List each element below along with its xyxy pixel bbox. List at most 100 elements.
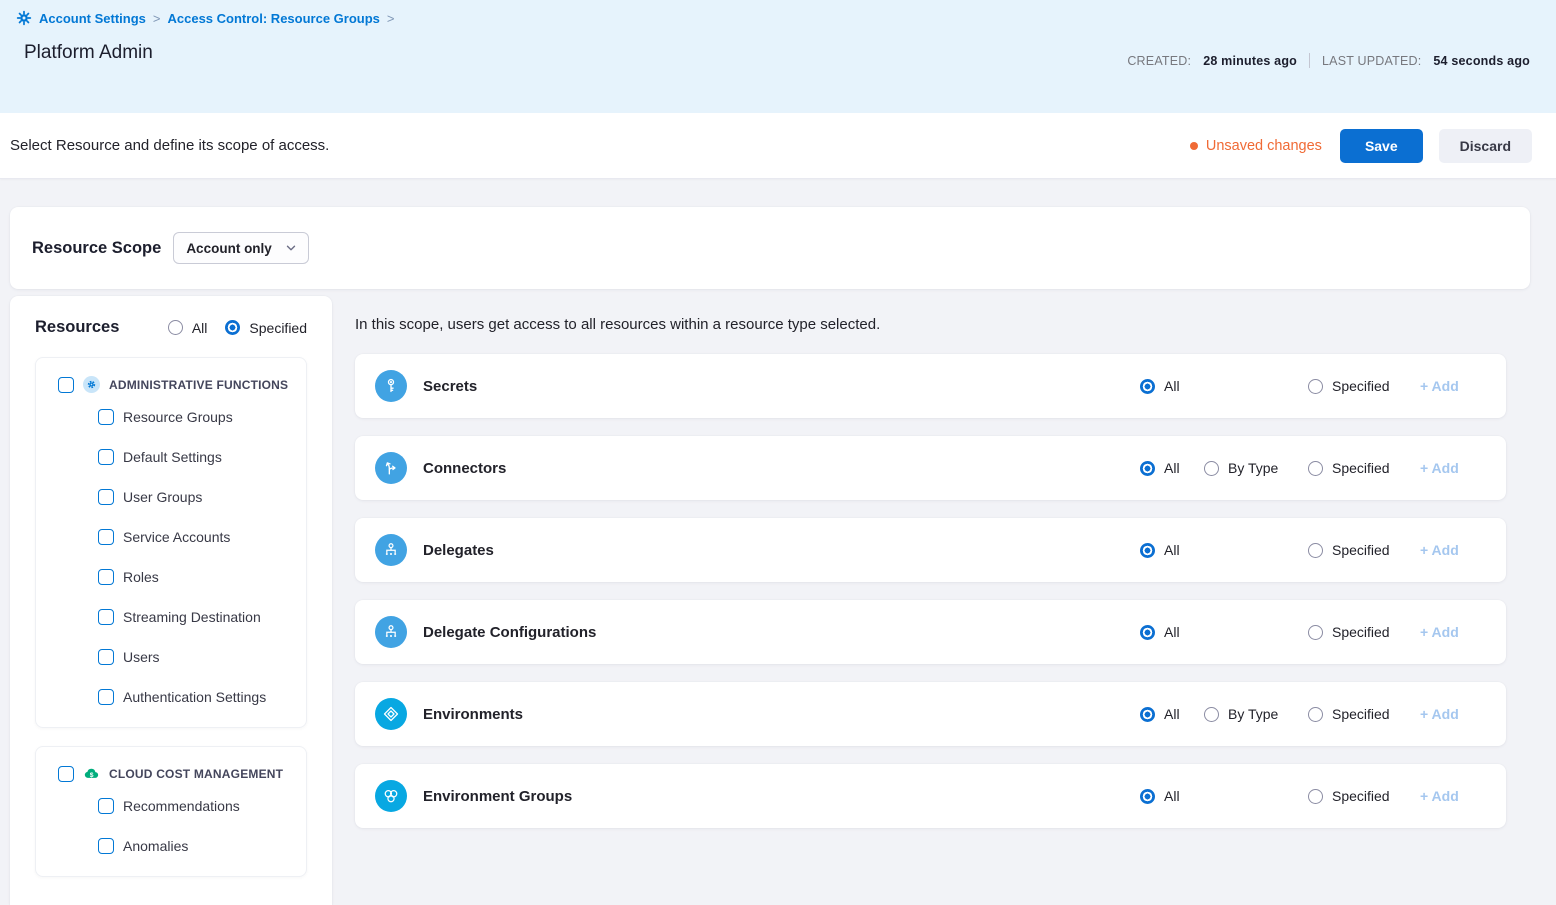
discard-button[interactable]: Discard <box>1439 129 1532 163</box>
created-value: 28 minutes ago <box>1203 54 1297 68</box>
unsaved-changes-label: Unsaved changes <box>1206 138 1322 154</box>
breadcrumb-resource-groups[interactable]: Access Control: Resource Groups <box>168 11 380 26</box>
resource-item-users: Users <box>36 637 306 677</box>
item-checkbox[interactable] <box>98 449 114 465</box>
radio-option-label: Specified <box>1332 788 1390 804</box>
resource-item-authentication-settings: Authentication Settings <box>36 677 306 717</box>
radio-option-specified[interactable]: Specified <box>1308 378 1420 394</box>
add-button[interactable]: + Add <box>1420 378 1476 394</box>
resource-type-options: AllBy Type Specified + Add <box>1140 706 1476 722</box>
save-button[interactable]: Save <box>1340 129 1423 163</box>
resource-item-anomalies: Anomalies <box>36 826 306 866</box>
item-checkbox[interactable] <box>98 689 114 705</box>
item-checkbox[interactable] <box>98 409 114 425</box>
group-checkbox[interactable] <box>58 377 74 393</box>
radio-option-label: Specified <box>1332 624 1390 640</box>
item-checkbox[interactable] <box>98 838 114 854</box>
delegates-icon <box>375 534 407 566</box>
radio-option-all[interactable]: All <box>1140 624 1204 640</box>
item-checkbox[interactable] <box>98 649 114 665</box>
add-button[interactable]: + Add <box>1420 542 1476 558</box>
radio-option-specified[interactable]: Specified <box>225 320 307 336</box>
radio-unselected[interactable] <box>1308 707 1323 722</box>
radio-option-all[interactable]: All <box>168 320 208 336</box>
add-button[interactable]: + Add <box>1420 706 1476 722</box>
resource-type-label: Delegate Configurations <box>423 624 1140 641</box>
resource-group-header: ADMINISTRATIVE FUNCTIONS <box>36 376 306 393</box>
radio-option-specified[interactable]: Specified <box>1308 542 1420 558</box>
item-label: Resource Groups <box>123 409 233 425</box>
resource-type-label: Environment Groups <box>423 788 1140 805</box>
radio-selected[interactable] <box>1140 543 1155 558</box>
resource-type-row: Environment Groups All Specified + Add <box>355 764 1506 828</box>
radio-selected[interactable] <box>1140 707 1155 722</box>
settings-gear-icon <box>16 10 32 26</box>
resource-type-label: Delegates <box>423 542 1140 559</box>
add-button[interactable]: + Add <box>1420 460 1476 476</box>
resource-item-default-settings: Default Settings <box>36 437 306 477</box>
add-button[interactable]: + Add <box>1420 624 1476 640</box>
radio-option-all[interactable]: All <box>1140 542 1204 558</box>
radio-option-label: All <box>1164 542 1180 558</box>
radio-option-label: All <box>1164 788 1180 804</box>
radio-option-all[interactable]: All <box>1140 460 1204 476</box>
resource-group-card: $ CLOUD COST MANAGEMENT RecommendationsA… <box>35 746 307 877</box>
radio-option-specified[interactable]: Specified <box>1308 460 1420 476</box>
radio-unselected[interactable] <box>1308 379 1323 394</box>
resources-sidebar-header: Resources All Specified <box>10 318 332 337</box>
radio-unselected[interactable] <box>168 320 183 335</box>
radio-option-all[interactable]: All <box>1140 788 1204 804</box>
radio-unselected[interactable] <box>1204 461 1219 476</box>
radio-selected[interactable] <box>1140 625 1155 640</box>
resource-type-options: All Specified+ Add <box>1140 542 1476 558</box>
group-checkbox[interactable] <box>58 766 74 782</box>
resources-title: Resources <box>35 318 150 337</box>
resource-scope-dropdown[interactable]: Account only <box>173 232 309 264</box>
admin-functions-icon <box>83 376 100 393</box>
resource-type-label: Secrets <box>423 378 1140 395</box>
radio-option-specified[interactable]: Specified <box>1308 624 1420 640</box>
item-label: Recommendations <box>123 798 240 814</box>
resource-item-roles: Roles <box>36 557 306 597</box>
resource-type-options: All Specified+ Add <box>1140 378 1476 394</box>
svg-text:$: $ <box>90 772 94 779</box>
resource-type-options: All By Type Specified+ Add <box>1140 460 1476 476</box>
radio-unselected[interactable] <box>1308 543 1323 558</box>
radio-option-specified[interactable]: Specified <box>1308 788 1420 804</box>
resources-sidebar: Resources All Specified ADMINISTRATIVE FU… <box>10 296 332 905</box>
resource-scope-selected-value: Account only <box>186 241 272 256</box>
radio-option-specified[interactable]: Specified <box>1308 706 1420 722</box>
chevron-down-icon <box>284 241 298 255</box>
resource-item-user-groups: User Groups <box>36 477 306 517</box>
radio-selected[interactable] <box>1140 461 1155 476</box>
item-checkbox[interactable] <box>98 569 114 585</box>
radio-option-by-type[interactable]: By Type <box>1204 706 1308 722</box>
radio-selected[interactable] <box>1140 379 1155 394</box>
delegates-icon <box>375 616 407 648</box>
radio-selected[interactable] <box>225 320 240 335</box>
add-button[interactable]: + Add <box>1420 788 1476 804</box>
radio-option-label: All <box>192 320 208 336</box>
resource-scope-label: Resource Scope <box>32 239 161 258</box>
breadcrumb-account-settings[interactable]: Account Settings <box>39 11 146 26</box>
resource-item-service-accounts: Service Accounts <box>36 517 306 557</box>
unsaved-dot-icon <box>1190 142 1198 150</box>
radio-option-all[interactable]: All <box>1140 378 1204 394</box>
radio-unselected[interactable] <box>1308 461 1323 476</box>
item-checkbox[interactable] <box>98 798 114 814</box>
radio-option-by-type[interactable]: By Type <box>1204 460 1308 476</box>
radio-option-all[interactable]: All <box>1140 706 1204 722</box>
radio-option-label: By Type <box>1228 460 1278 476</box>
item-checkbox[interactable] <box>98 529 114 545</box>
radio-selected[interactable] <box>1140 789 1155 804</box>
item-label: Service Accounts <box>123 529 230 545</box>
item-checkbox[interactable] <box>98 609 114 625</box>
item-checkbox[interactable] <box>98 489 114 505</box>
radio-unselected[interactable] <box>1308 625 1323 640</box>
created-label: CREATED: <box>1127 54 1191 68</box>
toolbar: Select Resource and define its scope of … <box>0 113 1556 179</box>
radio-unselected[interactable] <box>1204 707 1219 722</box>
radio-option-label: Specified <box>1332 706 1390 722</box>
content-area: Resource Scope Account only Resources Al… <box>0 179 1556 905</box>
radio-unselected[interactable] <box>1308 789 1323 804</box>
